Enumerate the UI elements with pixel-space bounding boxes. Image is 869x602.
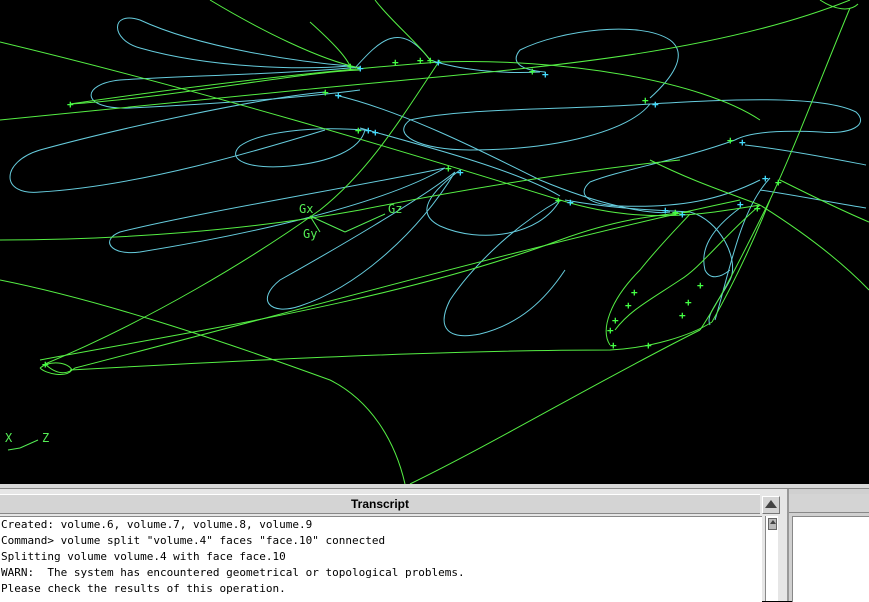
hand-outline xyxy=(699,7,851,331)
hand-outline xyxy=(0,159,681,241)
transcript-line: Command> volume split "volume.4" faces "… xyxy=(1,534,386,547)
finger-loop xyxy=(443,199,566,337)
vertex-marker: + xyxy=(679,309,686,322)
finger-loop xyxy=(267,171,456,310)
vertex-marker: + xyxy=(457,166,464,179)
hand-outline xyxy=(614,204,761,331)
wireframe-model: ++ ++ ++ ++++ + ++ ++ ++ ++ ++ ++ + ++ ++ +++++++++ ++ xyxy=(0,0,869,484)
finger-loop xyxy=(117,17,351,69)
3d-viewport[interactable]: + + + + + + + + + + + + + + + + + + + + + + + + + + + + + + + + + + + + + + + … xyxy=(0,0,869,484)
vertex-marker: + xyxy=(322,86,329,99)
vertex-marker: + xyxy=(737,198,744,211)
finger-loop xyxy=(744,144,867,166)
finger-loop xyxy=(359,127,561,197)
vertex-marker: + xyxy=(645,339,652,352)
finger-loop xyxy=(703,207,741,278)
vertex-marker: + xyxy=(555,194,562,207)
vertex-marker: + xyxy=(427,54,434,67)
finger-loop xyxy=(403,103,651,151)
side-panel-header xyxy=(789,494,869,513)
finger-loop xyxy=(759,189,867,209)
transcript-line: Splitting volume volume.4 with face face… xyxy=(1,550,286,563)
finger-loop xyxy=(515,28,679,99)
vertex-marker: + xyxy=(372,126,379,139)
transcript-panel: Transcript Created: volume.6, volume.7, … xyxy=(0,489,787,602)
gizmo-label-gx: Gx xyxy=(299,202,314,216)
finger-loop xyxy=(235,128,366,168)
vertex-marker: + xyxy=(357,62,364,75)
vertex-marker: + xyxy=(754,202,761,215)
vertex-marker: + xyxy=(42,358,49,371)
transcript-title: Transcript xyxy=(0,494,760,514)
transcript-scrollbar[interactable] xyxy=(765,516,778,601)
gizmo-label-gy: Gy xyxy=(303,227,318,241)
axis-label-z: Z xyxy=(42,431,50,445)
finger-loop xyxy=(354,37,541,73)
hand-outline xyxy=(759,204,869,291)
vertex-marker: + xyxy=(529,65,536,78)
finger-loop xyxy=(564,199,734,326)
vertex-marker: + xyxy=(567,196,574,209)
gizmo-label-gz: Gz xyxy=(388,202,403,216)
hand-outline xyxy=(209,0,361,69)
vertex-marker: + xyxy=(347,60,354,73)
vertex-marker: + xyxy=(417,54,424,67)
vertex-marker: + xyxy=(392,56,399,69)
vertex-marker: + xyxy=(775,176,782,189)
vertex-marker: + xyxy=(67,98,74,111)
vertex-marker: + xyxy=(739,136,746,149)
hand-outline xyxy=(69,61,761,121)
vertex-marker: + xyxy=(610,339,617,352)
side-panel xyxy=(787,489,869,602)
vertex-marker: + xyxy=(685,296,692,309)
vertex-marker: + xyxy=(652,98,659,111)
scroll-up-arrow-icon[interactable] xyxy=(762,496,780,514)
vertex-marker: + xyxy=(355,124,362,137)
scroll-thumb-arrow-icon[interactable] xyxy=(768,518,777,530)
vertex-marker: + xyxy=(642,94,649,107)
hand-outline xyxy=(0,279,406,484)
vertex-marker: + xyxy=(631,286,638,299)
vertex-marker: + xyxy=(335,89,342,102)
transcript-line: WARN: The system has encountered geometr… xyxy=(1,566,465,579)
side-panel-box[interactable] xyxy=(792,516,869,602)
vertex-marker: + xyxy=(662,204,669,217)
vertex-marker: + xyxy=(679,208,686,221)
vertex-marker: + xyxy=(762,172,769,185)
hand-outline xyxy=(0,41,761,217)
vertex-marker: + xyxy=(625,299,632,312)
transcript-line: Please check the results of this operati… xyxy=(1,582,286,595)
vertex-marker: + xyxy=(697,279,704,292)
finger-loop xyxy=(649,99,862,141)
vertex-marker: + xyxy=(727,134,734,147)
vertex-marker: + xyxy=(435,56,442,69)
vertex-marker: + xyxy=(445,162,452,175)
transcript-line: Created: volume.6, volume.7, volume.8, v… xyxy=(1,518,313,531)
transcript-text-area[interactable]: Created: volume.6, volume.7, volume.8, v… xyxy=(0,516,762,602)
finger-loop xyxy=(9,91,326,193)
vertex-marker: + xyxy=(365,124,372,137)
axis-label-x: X xyxy=(5,431,13,445)
vertex-marker: + xyxy=(672,206,679,219)
vertex-marker: + xyxy=(607,324,614,337)
vertex-marker: + xyxy=(542,68,549,81)
finger-loop xyxy=(583,139,761,207)
